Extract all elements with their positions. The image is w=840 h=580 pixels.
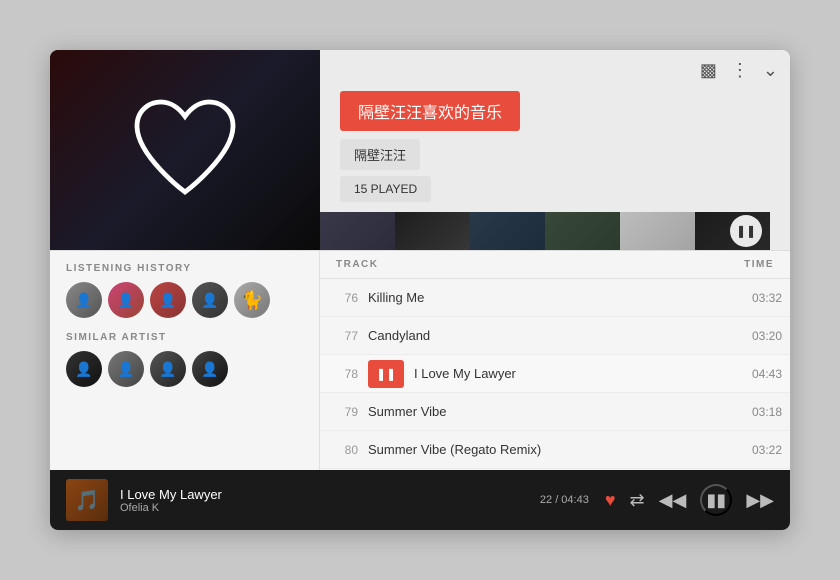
- track-name-76: Killing Me: [368, 290, 732, 305]
- playlist-author: 隔壁汪汪: [340, 139, 420, 170]
- bar-chart-icon[interactable]: ▩: [700, 60, 717, 81]
- avatar-sa-2[interactable]: 👤: [108, 351, 144, 387]
- listening-history-label: LISTENING HISTORY: [66, 263, 303, 274]
- now-playing-artist: Ofelia K: [120, 502, 528, 514]
- cover-bg: [50, 50, 320, 250]
- thumb-pause-overlay[interactable]: ❚❚: [730, 215, 762, 247]
- player-window: ▩ ⋮ ⌄ 隔壁汪汪喜欢的音乐 隔壁汪汪 15 PLAYED ❚❚: [50, 50, 790, 530]
- track-list: 76 Killing Me 03:32 77 Candyland 03:20 7…: [320, 279, 790, 470]
- chevron-down-icon[interactable]: ⌄: [763, 60, 778, 81]
- track-time-76: 03:32: [732, 291, 782, 305]
- track-time-80: 03:22: [732, 443, 782, 457]
- next-button[interactable]: ▶▶: [746, 490, 774, 511]
- track-list-header: TRACK TIME: [320, 251, 790, 279]
- track-num-80: 80: [328, 443, 368, 457]
- track-num-79: 79: [328, 405, 368, 419]
- prev-button[interactable]: ◀◀: [659, 490, 687, 511]
- thumb-4[interactable]: [545, 212, 620, 250]
- track-name-79: Summer Vibe: [368, 404, 732, 419]
- track-time-79: 03:18: [732, 405, 782, 419]
- thumb-3[interactable]: [470, 212, 545, 250]
- avatar-lh-4[interactable]: 👤: [192, 282, 228, 318]
- track-row[interactable]: 80 Summer Vibe (Regato Remix) 03:22: [320, 431, 790, 469]
- track-row[interactable]: 77 Candyland 03:20: [320, 317, 790, 355]
- shuffle-button[interactable]: ⇄: [630, 490, 645, 511]
- track-num-76: 76: [328, 291, 368, 305]
- similar-artist-avatars: 👤 👤 👤 👤: [66, 351, 303, 387]
- track-time-77: 03:20: [732, 329, 782, 343]
- similar-artist-label: SIMILAR ARTIST: [66, 332, 303, 343]
- left-panel: LISTENING HISTORY 👤 👤 👤 👤 🐈 SIMILAR ARTI…: [50, 251, 320, 470]
- avatar-sa-3[interactable]: 👤: [150, 351, 186, 387]
- track-name-78: I Love My Lawyer: [414, 366, 732, 381]
- track-name-80: Summer Vibe (Regato Remix): [368, 442, 732, 457]
- track-row[interactable]: 79 Summer Vibe 03:18: [320, 393, 790, 431]
- thumb-5[interactable]: [620, 212, 695, 250]
- track-num-77: 77: [328, 329, 368, 343]
- playlist-title: 隔壁汪汪喜欢的音乐: [340, 91, 520, 131]
- played-badge: 15 PLAYED: [340, 176, 431, 202]
- thumbnail-strip: ❚❚: [320, 212, 790, 250]
- listening-history-avatars: 👤 👤 👤 👤 🐈: [66, 282, 303, 318]
- heart-icon-large: [125, 90, 245, 210]
- now-playing-info: I Love My Lawyer Ofelia K: [120, 487, 528, 514]
- avatar-sa-1[interactable]: 👤: [66, 351, 102, 387]
- track-name-77: Candyland: [368, 328, 732, 343]
- info-section: ▩ ⋮ ⌄ 隔壁汪汪喜欢的音乐 隔壁汪汪 15 PLAYED ❚❚: [320, 50, 790, 250]
- pause-button[interactable]: ▮▮: [700, 484, 732, 516]
- thumb-2[interactable]: [395, 212, 470, 250]
- header-track: TRACK: [336, 259, 724, 270]
- avatar-lh-3[interactable]: 👤: [150, 282, 186, 318]
- now-playing-thumb: 🎵: [66, 479, 108, 521]
- track-pause-button[interactable]: ❚❚: [368, 360, 404, 388]
- top-area: ▩ ⋮ ⌄ 隔壁汪汪喜欢的音乐 隔壁汪汪 15 PLAYED ❚❚: [50, 50, 790, 250]
- more-vert-icon[interactable]: ⋮: [731, 60, 749, 81]
- track-list-panel: TRACK TIME 76 Killing Me 03:32 77 Candyl…: [320, 251, 790, 470]
- thumb-1[interactable]: [320, 212, 395, 250]
- avatar-lh-5[interactable]: 🐈: [234, 282, 270, 318]
- header-actions: ▩ ⋮ ⌄: [320, 50, 790, 91]
- heart-button[interactable]: ♥: [605, 490, 616, 511]
- header-time: TIME: [724, 259, 774, 270]
- avatar-lh-2[interactable]: 👤: [108, 282, 144, 318]
- now-playing-title: I Love My Lawyer: [120, 487, 528, 502]
- track-num-78: 78: [328, 367, 368, 381]
- avatar-sa-4[interactable]: 👤: [192, 351, 228, 387]
- track-row-active[interactable]: 78 ❚❚ I Love My Lawyer 04:43: [320, 355, 790, 393]
- progress-time: 22 / 04:43: [540, 494, 589, 506]
- cover-section: [50, 50, 320, 250]
- track-time-78: 04:43: [732, 367, 782, 381]
- bottom-bar: 🎵 I Love My Lawyer Ofelia K 22 / 04:43 ♥…: [50, 470, 790, 530]
- thumb-6[interactable]: ❚❚: [695, 212, 770, 250]
- avatar-lh-1[interactable]: 👤: [66, 282, 102, 318]
- player-controls: ♥ ⇄ ◀◀ ▮▮ ▶▶: [605, 484, 774, 516]
- middle-area: LISTENING HISTORY 👤 👤 👤 👤 🐈 SIMILAR ARTI…: [50, 250, 790, 470]
- track-row[interactable]: 76 Killing Me 03:32: [320, 279, 790, 317]
